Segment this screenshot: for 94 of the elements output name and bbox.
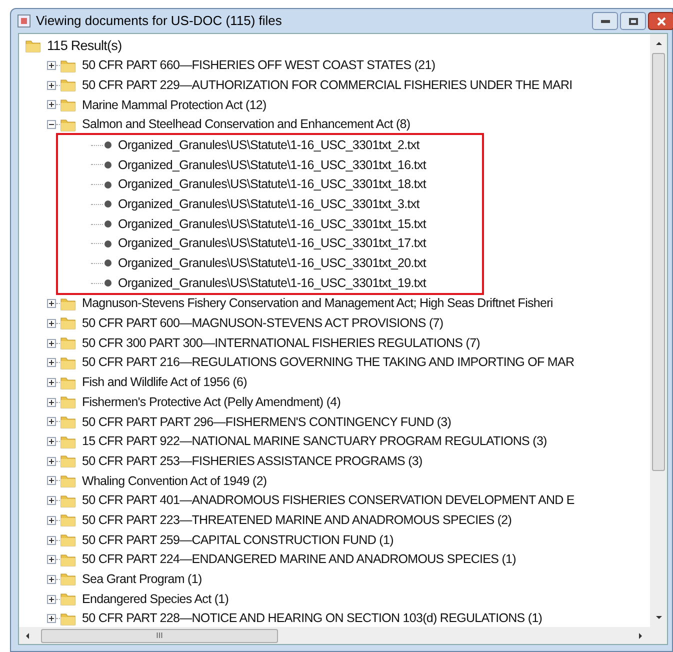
tree-item[interactable]: Organized_Granules\US\Statute\1-16_USC_3301txt_20.txt <box>118 254 426 273</box>
tree-item[interactable]: 50 CFR PART 228—NOTICE AND HEARING ON SECTION 103(d) REGULATIONS (1) <box>82 609 542 627</box>
folder-icon <box>60 571 76 588</box>
close-button[interactable] <box>648 12 673 30</box>
tree-item[interactable]: 50 CFR PART 600—MAGNUSON-STEVENS ACT PROVISIONS (7) <box>82 314 444 333</box>
tree-item[interactable]: Organized_Granules\US\Statute\1-16_USC_3301txt_16.txt <box>118 156 426 174</box>
folder-icon <box>60 532 76 548</box>
expand-icon[interactable] <box>47 358 56 368</box>
folder-icon <box>60 296 76 312</box>
expand-icon[interactable] <box>47 398 56 407</box>
tree-item[interactable]: 50 CFR PART 223—THREATENED MARINE AND ANADROMOUS SPECIES (2) <box>82 510 512 530</box>
scrollbar-thumb[interactable]: III <box>41 628 278 642</box>
folder-icon <box>60 374 76 391</box>
folder-icon <box>25 38 41 54</box>
expand-icon[interactable] <box>47 318 56 328</box>
expand-icon[interactable] <box>47 299 56 308</box>
tree-item[interactable]: Sea Grant Program (1) <box>82 570 202 589</box>
bullet-icon <box>104 240 112 248</box>
folder-icon <box>60 96 76 113</box>
folder-icon <box>60 472 76 489</box>
tree-item[interactable]: 50 CFR PART 224—ENDANGERED MARINE AND ANADROMOUS SPECIES (1) <box>82 550 516 570</box>
folder-icon <box>60 335 76 352</box>
tree-item[interactable]: Organized_Granules\US\Statute\1-16_USC_3301txt_3.txt <box>118 194 420 214</box>
bullet-icon <box>104 180 112 189</box>
expand-icon[interactable] <box>47 555 56 564</box>
bullet-icon <box>104 141 112 150</box>
app-icon <box>17 14 31 28</box>
expand-icon[interactable] <box>47 456 56 466</box>
folder-icon <box>60 610 76 627</box>
folder-icon <box>60 492 76 509</box>
tree-item[interactable]: Organized_Granules\US\Statute\1-16_USC_3301txt_2.txt <box>118 136 420 155</box>
bullet-icon <box>104 279 112 288</box>
expand-icon[interactable] <box>47 536 56 545</box>
folder-icon <box>60 394 76 410</box>
expand-icon[interactable] <box>47 574 56 584</box>
tree-item[interactable]: 50 CFR PART 229—AUTHORIZATION FOR COMMERCIAL FISHERIES UNDER THE MARI <box>82 76 572 95</box>
window-title: Viewing documents for US-DOC (115) files <box>36 12 282 30</box>
folder-icon <box>60 77 76 94</box>
expand-icon[interactable] <box>47 338 56 348</box>
tree-item[interactable]: Organized_Granules\US\Statute\1-16_USC_3301txt_18.txt <box>118 175 426 194</box>
folder-icon <box>60 453 76 470</box>
tree-item[interactable]: Whaling Convention Act of 1949 (2) <box>82 472 267 490</box>
folder-icon <box>60 414 76 430</box>
tree-item[interactable]: 15 CFR PART 922—NATIONAL MARINE SANCTUARY PROGRAM REGULATIONS (3) <box>82 432 547 451</box>
tree-item[interactable]: Fishermen's Protective Act (Pelly Amendment) (4) <box>82 392 341 412</box>
bullet-icon <box>104 160 112 169</box>
folder-icon <box>60 58 76 74</box>
tree-item[interactable]: 50 CFR PART 253—FISHERIES ASSISTANCE PROGRAMS (3) <box>82 452 422 471</box>
tree-item[interactable]: 50 CFR PART 401—ANADROMOUS FISHERIES CONSERVATION DEVELOPMENT AND E <box>82 491 574 510</box>
tree-item[interactable]: 50 CFR PART 259—CAPITAL CONSTRUCTION FUND (1) <box>82 530 394 550</box>
folder-icon <box>60 354 76 371</box>
expand-icon[interactable] <box>47 476 56 486</box>
expand-icon[interactable] <box>47 80 56 90</box>
expand-icon[interactable] <box>47 614 56 624</box>
tree-item[interactable]: Endangered Species Act (1) <box>82 590 229 608</box>
bullet-icon <box>104 259 112 268</box>
tree-item[interactable]: 50 CFR 300 PART 300—INTERNATIONAL FISHERIES REGULATIONS (7) <box>82 334 480 353</box>
bullet-icon <box>104 200 112 208</box>
tree-item[interactable]: Organized_Granules\US\Statute\1-16_USC_3301txt_17.txt <box>118 234 426 254</box>
folder-icon <box>60 315 76 332</box>
folder-icon <box>60 552 76 568</box>
expand-icon[interactable] <box>47 61 56 70</box>
tree-item[interactable]: 50 CFR PART 660—FISHERIES OFF WEST COAST STATES (21) <box>82 56 436 75</box>
scroll-down-icon[interactable] <box>654 614 662 622</box>
folder-icon <box>60 116 76 133</box>
folder-icon <box>60 512 76 528</box>
close-icon <box>656 16 666 26</box>
expand-icon[interactable] <box>47 437 56 446</box>
scroll-right-icon[interactable] <box>637 632 645 640</box>
folder-icon <box>60 591 76 608</box>
folder-icon <box>60 434 76 450</box>
vertical-scrollbar[interactable] <box>650 34 667 627</box>
tree-item[interactable]: Organized_Granules\US\Statute\1-16_USC_3301txt_15.txt <box>118 214 426 234</box>
horizontal-scrollbar[interactable]: III <box>19 627 667 644</box>
expand-icon[interactable] <box>47 594 56 604</box>
expand-icon[interactable] <box>47 417 56 426</box>
expand-icon[interactable] <box>47 378 56 388</box>
tree-item[interactable]: Salmon and Steelhead Conservation and Enhancement Act (8) <box>82 115 410 134</box>
collapse-icon[interactable] <box>47 120 56 130</box>
tree-item[interactable]: Magnuson-Stevens Fishery Conservation and Management Act; High Seas Driftnet Fisheri <box>82 294 553 314</box>
tree-item[interactable]: 50 CFR PART 216—REGULATIONS GOVERNING THE TAKING AND IMPORTING OF MAR <box>82 353 574 372</box>
expand-icon[interactable] <box>47 496 56 506</box>
minimize-button[interactable] <box>592 12 618 30</box>
bullet-icon <box>104 220 112 228</box>
tree-item[interactable]: 50 CFR PART PART 296—FISHERMEN'S CONTINGENCY FUND (3) <box>82 412 452 432</box>
tree-item[interactable]: Organized_Granules\US\Statute\1-16_USC_3301txt_19.txt <box>118 274 426 292</box>
tree-item[interactable]: Marine Mammal Protection Act (12) <box>82 96 266 114</box>
expand-icon[interactable] <box>47 516 56 525</box>
scroll-up-icon[interactable] <box>654 39 662 47</box>
scrollbar-thumb[interactable] <box>652 53 665 471</box>
maximize-button[interactable] <box>620 12 646 30</box>
tree-item[interactable]: Fish and Wildlife Act of 1956 (6) <box>82 373 247 392</box>
tree-item[interactable]: 115 Result(s) <box>47 36 122 56</box>
expand-icon[interactable] <box>47 100 56 110</box>
